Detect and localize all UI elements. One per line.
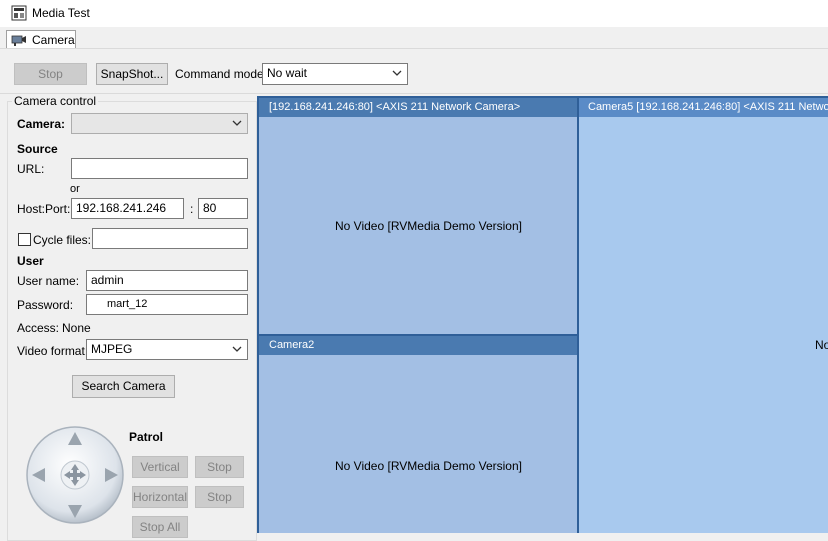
url-label: URL: [17, 162, 45, 176]
video-panel-3-message: No Video [RVMedia Demo Version] [335, 459, 522, 473]
video-panel-1-header: [192.168.241.246:80] <AXIS 211 Network C… [259, 98, 577, 117]
patrol-vertical-stop-button[interactable]: Stop [195, 456, 244, 478]
patrol-horizontal-stop-button[interactable]: Stop [195, 486, 244, 508]
patrol-vertical-button[interactable]: Vertical [132, 456, 188, 478]
username-input[interactable]: admin [86, 270, 248, 291]
url-input[interactable] [71, 158, 248, 179]
stop-button[interactable]: Stop [14, 63, 87, 85]
video-panel-2-header: Camera5 [192.168.241.246:80] <AXIS 211 N… [579, 98, 828, 117]
title-bar: Media Test [0, 0, 828, 27]
port-input[interactable]: 80 [198, 198, 248, 219]
video-panel-1-message: No Video [RVMedia Demo Version] [335, 219, 522, 233]
access-value: None [62, 321, 91, 335]
toolbar-divider [0, 93, 828, 94]
cycle-files-input[interactable] [92, 228, 248, 249]
access-label: Access: [17, 321, 60, 335]
video-panel-3-header: Camera2 [259, 336, 577, 355]
command-mode-select[interactable]: No wait [262, 63, 408, 85]
video-panel-2-message: No Video [RVMedia Demo Version] [815, 338, 828, 352]
camera-control-legend: Camera control [12, 94, 99, 108]
password-label: Password: [17, 298, 74, 312]
video-format-label: Video format: [17, 344, 89, 358]
search-camera-button[interactable]: Search Camera [72, 375, 175, 398]
chevron-down-icon [232, 120, 242, 126]
tab-strip: Camera [0, 27, 828, 49]
ptz-joystick[interactable] [25, 425, 125, 525]
cycle-files-checkbox[interactable] [18, 233, 31, 246]
tab-camera-label: Camera [32, 33, 75, 47]
host-input[interactable]: 192.168.241.246 [71, 198, 184, 219]
camera-icon [11, 35, 26, 46]
patrol-stop-all-button[interactable]: Stop All [132, 516, 188, 538]
patrol-horizontal-button[interactable]: Horizontal [132, 486, 188, 508]
chevron-down-icon [232, 346, 242, 352]
camera-label: Camera: [17, 117, 66, 131]
username-label: User name: [17, 274, 80, 288]
command-mode-value: No wait [267, 66, 308, 80]
video-panel-2[interactable]: Camera5 [192.168.241.246:80] <AXIS 211 N… [579, 98, 828, 533]
password-input[interactable]: mart_12 [86, 294, 248, 315]
camera-select[interactable] [71, 113, 248, 134]
snapshot-button[interactable]: SnapShot... [96, 63, 168, 85]
video-format-value: MJPEG [91, 342, 133, 356]
video-panel-3[interactable]: Camera2 No Video [RVMedia Demo Version] [259, 336, 577, 533]
host-port-separator: : [190, 202, 194, 216]
chevron-down-icon [392, 70, 402, 76]
video-panel-1[interactable]: [192.168.241.246:80] <AXIS 211 Network C… [259, 98, 577, 334]
app-icon [11, 5, 27, 21]
video-format-select[interactable]: MJPEG [86, 339, 248, 360]
window-title: Media Test [32, 6, 90, 20]
command-mode-label: Command mode: [175, 67, 268, 81]
source-heading: Source [17, 142, 58, 156]
user-heading: User [17, 254, 44, 268]
tab-camera[interactable]: Camera [6, 30, 76, 48]
hostport-label: Host:Port: [17, 202, 71, 216]
patrol-heading: Patrol [129, 430, 164, 444]
or-text: or [70, 183, 80, 195]
cycle-files-label: Cycle files: [33, 233, 92, 247]
